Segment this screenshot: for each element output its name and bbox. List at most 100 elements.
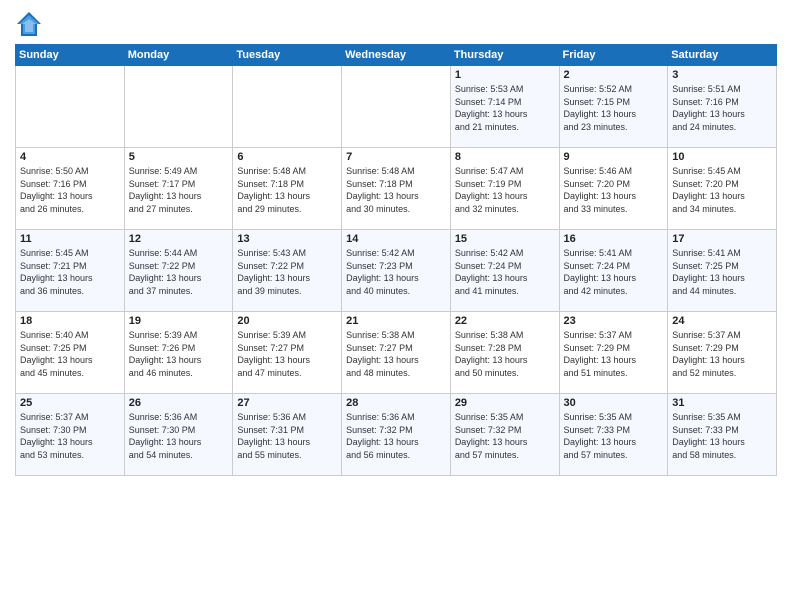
cell-text: Sunrise: 5:52 AM xyxy=(564,83,664,96)
day-number: 27 xyxy=(237,397,337,409)
cell-text: and 34 minutes. xyxy=(672,203,772,216)
calendar-cell: 13Sunrise: 5:43 AMSunset: 7:22 PMDayligh… xyxy=(233,230,342,312)
week-row-5: 25Sunrise: 5:37 AMSunset: 7:30 PMDayligh… xyxy=(16,394,777,476)
day-header-saturday: Saturday xyxy=(668,45,777,66)
cell-text: Sunrise: 5:44 AM xyxy=(129,247,229,260)
cell-text: Daylight: 13 hours xyxy=(672,354,772,367)
cell-text: Daylight: 13 hours xyxy=(129,190,229,203)
calendar-cell: 23Sunrise: 5:37 AMSunset: 7:29 PMDayligh… xyxy=(559,312,668,394)
cell-text: Daylight: 13 hours xyxy=(672,436,772,449)
cell-text: and 21 minutes. xyxy=(455,121,555,134)
cell-text: Sunrise: 5:41 AM xyxy=(564,247,664,260)
day-number: 17 xyxy=(672,233,772,245)
cell-text: Sunrise: 5:41 AM xyxy=(672,247,772,260)
week-row-1: 1Sunrise: 5:53 AMSunset: 7:14 PMDaylight… xyxy=(16,66,777,148)
calendar-cell: 16Sunrise: 5:41 AMSunset: 7:24 PMDayligh… xyxy=(559,230,668,312)
cell-text: Sunset: 7:30 PM xyxy=(20,424,120,437)
cell-text: Sunrise: 5:40 AM xyxy=(20,329,120,342)
day-number: 16 xyxy=(564,233,664,245)
cell-text: Sunrise: 5:35 AM xyxy=(672,411,772,424)
page: SundayMondayTuesdayWednesdayThursdayFrid… xyxy=(0,0,792,612)
day-number: 6 xyxy=(237,151,337,163)
cell-text: Sunrise: 5:36 AM xyxy=(129,411,229,424)
cell-text: and 57 minutes. xyxy=(455,449,555,462)
cell-text: and 44 minutes. xyxy=(672,285,772,298)
cell-text: and 36 minutes. xyxy=(20,285,120,298)
day-number: 22 xyxy=(455,315,555,327)
cell-text: and 26 minutes. xyxy=(20,203,120,216)
cell-text: Daylight: 13 hours xyxy=(129,354,229,367)
day-number: 1 xyxy=(455,69,555,81)
calendar-cell: 10Sunrise: 5:45 AMSunset: 7:20 PMDayligh… xyxy=(668,148,777,230)
cell-text: Sunset: 7:32 PM xyxy=(455,424,555,437)
cell-text: Sunrise: 5:48 AM xyxy=(346,165,446,178)
day-number: 23 xyxy=(564,315,664,327)
cell-text: Daylight: 13 hours xyxy=(20,190,120,203)
cell-text: and 42 minutes. xyxy=(564,285,664,298)
calendar-cell: 15Sunrise: 5:42 AMSunset: 7:24 PMDayligh… xyxy=(450,230,559,312)
logo xyxy=(15,10,46,38)
cell-text: Daylight: 13 hours xyxy=(237,354,337,367)
cell-text: Daylight: 13 hours xyxy=(20,272,120,285)
cell-text: and 55 minutes. xyxy=(237,449,337,462)
cell-text: Sunset: 7:16 PM xyxy=(20,178,120,191)
day-number: 29 xyxy=(455,397,555,409)
cell-text: Sunset: 7:18 PM xyxy=(237,178,337,191)
cell-text: Daylight: 13 hours xyxy=(129,436,229,449)
calendar-cell: 22Sunrise: 5:38 AMSunset: 7:28 PMDayligh… xyxy=(450,312,559,394)
cell-text: and 40 minutes. xyxy=(346,285,446,298)
cell-text: Sunset: 7:16 PM xyxy=(672,96,772,109)
cell-text: and 30 minutes. xyxy=(346,203,446,216)
day-number: 30 xyxy=(564,397,664,409)
cell-text: Sunrise: 5:37 AM xyxy=(564,329,664,342)
cell-text: Sunset: 7:20 PM xyxy=(564,178,664,191)
cell-text: and 48 minutes. xyxy=(346,367,446,380)
cell-text: Daylight: 13 hours xyxy=(455,108,555,121)
cell-text: Sunset: 7:18 PM xyxy=(346,178,446,191)
cell-text: Daylight: 13 hours xyxy=(455,190,555,203)
cell-text: Sunrise: 5:35 AM xyxy=(564,411,664,424)
cell-text: Sunset: 7:31 PM xyxy=(237,424,337,437)
cell-text: Daylight: 13 hours xyxy=(564,354,664,367)
cell-text: Sunrise: 5:43 AM xyxy=(237,247,337,260)
cell-text: and 41 minutes. xyxy=(455,285,555,298)
calendar-cell: 28Sunrise: 5:36 AMSunset: 7:32 PMDayligh… xyxy=(342,394,451,476)
cell-text: Sunrise: 5:53 AM xyxy=(455,83,555,96)
cell-text: Daylight: 13 hours xyxy=(346,190,446,203)
calendar-cell: 26Sunrise: 5:36 AMSunset: 7:30 PMDayligh… xyxy=(124,394,233,476)
cell-text: Daylight: 13 hours xyxy=(20,354,120,367)
calendar-cell: 3Sunrise: 5:51 AMSunset: 7:16 PMDaylight… xyxy=(668,66,777,148)
cell-text: Sunrise: 5:50 AM xyxy=(20,165,120,178)
cell-text: and 46 minutes. xyxy=(129,367,229,380)
cell-text: Sunset: 7:27 PM xyxy=(346,342,446,355)
day-number: 9 xyxy=(564,151,664,163)
cell-text: Daylight: 13 hours xyxy=(672,272,772,285)
day-number: 31 xyxy=(672,397,772,409)
calendar-cell: 2Sunrise: 5:52 AMSunset: 7:15 PMDaylight… xyxy=(559,66,668,148)
calendar-cell xyxy=(16,66,125,148)
cell-text: Sunrise: 5:47 AM xyxy=(455,165,555,178)
cell-text: and 32 minutes. xyxy=(455,203,555,216)
day-number: 4 xyxy=(20,151,120,163)
cell-text: and 51 minutes. xyxy=(564,367,664,380)
calendar-cell: 17Sunrise: 5:41 AMSunset: 7:25 PMDayligh… xyxy=(668,230,777,312)
cell-text: Daylight: 13 hours xyxy=(346,436,446,449)
cell-text: Sunrise: 5:45 AM xyxy=(20,247,120,260)
day-number: 18 xyxy=(20,315,120,327)
cell-text: Sunset: 7:32 PM xyxy=(346,424,446,437)
day-header-friday: Friday xyxy=(559,45,668,66)
cell-text: Sunset: 7:23 PM xyxy=(346,260,446,273)
cell-text: Sunrise: 5:49 AM xyxy=(129,165,229,178)
cell-text: Daylight: 13 hours xyxy=(564,272,664,285)
calendar-cell: 4 Sunrise: 5:50 AMSunset: 7:16 PMDaylight… xyxy=(16,148,125,230)
cell-text: and 33 minutes. xyxy=(564,203,664,216)
day-number: 8 xyxy=(455,151,555,163)
day-header-thursday: Thursday xyxy=(450,45,559,66)
calendar-cell: 21Sunrise: 5:38 AMSunset: 7:27 PMDayligh… xyxy=(342,312,451,394)
cell-text: Daylight: 13 hours xyxy=(346,272,446,285)
cell-text: Sunset: 7:17 PM xyxy=(129,178,229,191)
calendar-cell: 20Sunrise: 5:39 AMSunset: 7:27 PMDayligh… xyxy=(233,312,342,394)
calendar-cell: 24Sunrise: 5:37 AMSunset: 7:29 PMDayligh… xyxy=(668,312,777,394)
cell-text: and 47 minutes. xyxy=(237,367,337,380)
cell-text: and 53 minutes. xyxy=(20,449,120,462)
